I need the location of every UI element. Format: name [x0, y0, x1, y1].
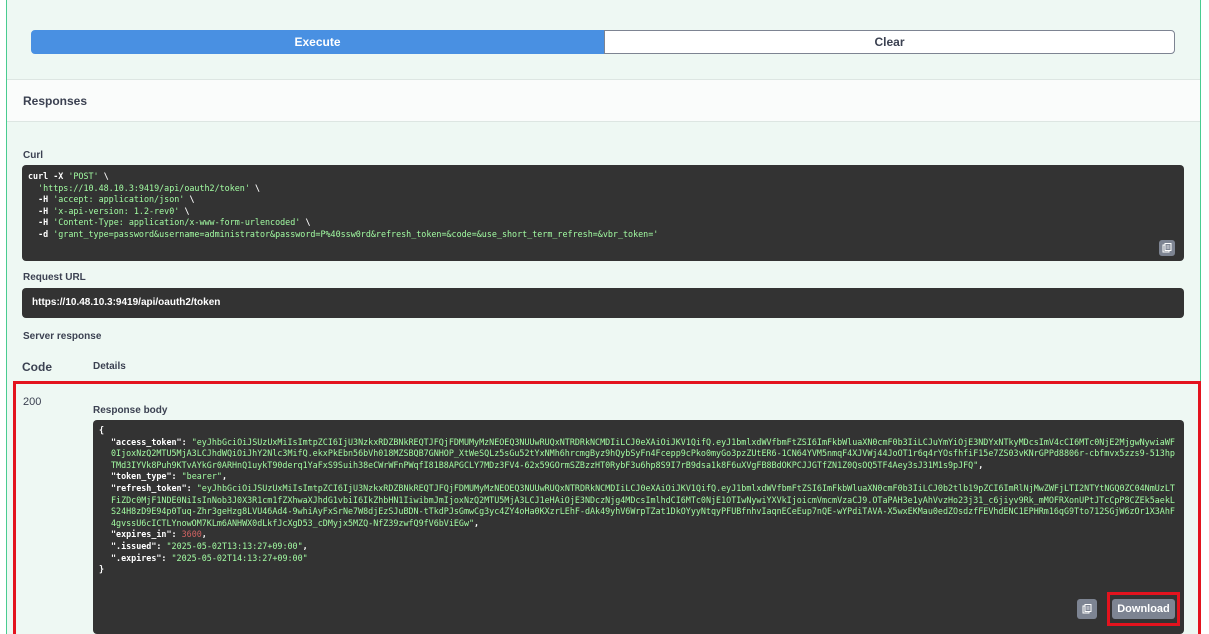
- json-field: "expires_in": 3600,: [111, 529, 207, 540]
- server-response-label: Server response: [23, 331, 102, 342]
- copy-to-clipboard-icon[interactable]: [1077, 599, 1097, 619]
- status-code: 200: [23, 396, 42, 408]
- json-value: "bearer": [181, 471, 222, 482]
- execute-row: Execute Clear: [31, 30, 1175, 54]
- curl-token: curl -X: [28, 171, 69, 181]
- curl-line: -H 'accept: application/json' \: [28, 194, 1178, 206]
- json-field: ".expires": "2025-05-02T14:13:27+09:00": [111, 552, 308, 563]
- curl-token: [28, 183, 38, 193]
- request-url-label: Request URL: [23, 272, 86, 283]
- clear-button[interactable]: Clear: [604, 30, 1175, 54]
- curl-label: Curl: [23, 150, 43, 161]
- curl-line: curl -X 'POST' \: [28, 171, 1178, 183]
- json-field: "token_type": "bearer",: [111, 471, 227, 482]
- curl-line: 'https://10.48.10.3:9419/api/oauth2/toke…: [28, 183, 1178, 195]
- json-value: "eyJhbGciOiJSUzUxMiIsImtpZCI6IjU3NzkxRDZ…: [111, 482, 1175, 528]
- json-key: "refresh_token": [111, 482, 187, 493]
- json-value: "2025-05-02T14:13:27+09:00": [171, 552, 308, 563]
- curl-token: \: [179, 205, 190, 216]
- details-column-header: Details: [93, 361, 126, 372]
- request-url-value[interactable]: https://10.48.10.3:9419/api/oauth2/token: [22, 288, 1184, 318]
- json-field: "refresh_token": "eyJhbGciOiJSUzUxMiIsIm…: [111, 482, 1175, 528]
- json-key: "token_type": [111, 471, 172, 482]
- curl-token: \: [184, 194, 195, 205]
- open-brace: {: [99, 425, 105, 435]
- response-body-label: Response body: [93, 405, 168, 416]
- curl-code-block[interactable]: curl -X 'POST' \ 'https://10.48.10.3:941…: [22, 165, 1184, 261]
- download-highlight-box: Download: [1107, 592, 1180, 626]
- close-brace: }: [99, 564, 105, 575]
- json-value: "2025-05-02T13:13:27+09:00": [166, 540, 303, 551]
- curl-string: 'x-api-version: 1.2-rev0': [53, 205, 180, 216]
- json-value: 3600: [181, 529, 202, 540]
- curl-string: 'accept: application/json': [53, 194, 185, 205]
- curl-token: -d: [28, 228, 54, 239]
- responses-title: Responses: [23, 94, 88, 108]
- curl-token: -H: [28, 217, 54, 228]
- json-key: "access_token": [111, 436, 182, 447]
- curl-token: \: [98, 171, 109, 181]
- curl-token: -H: [28, 205, 54, 216]
- responses-header: Responses: [7, 79, 1200, 122]
- curl-token: -H: [28, 194, 54, 205]
- json-key: ".issued": [111, 540, 157, 551]
- response-body-block[interactable]: { "access_token": "eyJhbGciOiJSUzUxMiIsI…: [93, 420, 1184, 634]
- curl-token: \: [249, 182, 260, 193]
- execute-button[interactable]: Execute: [31, 30, 604, 54]
- json-key: "expires_in": [111, 529, 172, 540]
- json-field: ".issued": "2025-05-02T13:13:27+09:00",: [111, 540, 308, 551]
- curl-string: 'grant_type=password&username=administra…: [53, 228, 659, 239]
- download-button[interactable]: Download: [1112, 599, 1175, 619]
- code-column-header: Code: [22, 360, 52, 374]
- curl-token: \: [300, 217, 311, 228]
- curl-string: 'Content-Type: application/x-www-form-ur…: [53, 217, 301, 228]
- curl-line: -d 'grant_type=password&username=adminis…: [28, 229, 1178, 241]
- copy-to-clipboard-icon[interactable]: [1159, 240, 1175, 256]
- curl-line: -H 'Content-Type: application/x-www-form…: [28, 217, 1178, 229]
- curl-string: 'https://10.48.10.3:9419/api/oauth2/toke…: [38, 182, 250, 193]
- curl-line: -H 'x-api-version: 1.2-rev0' \: [28, 206, 1178, 218]
- json-field: "access_token": "eyJhbGciOiJSUzUxMiIsImt…: [111, 436, 1175, 470]
- curl-string: 'POST': [68, 171, 99, 181]
- json-key: ".expires": [111, 552, 162, 563]
- json-value: "eyJhbGciOiJSUzUxMiIsImtpZCI6IjU3NzkxRDZ…: [111, 436, 1175, 470]
